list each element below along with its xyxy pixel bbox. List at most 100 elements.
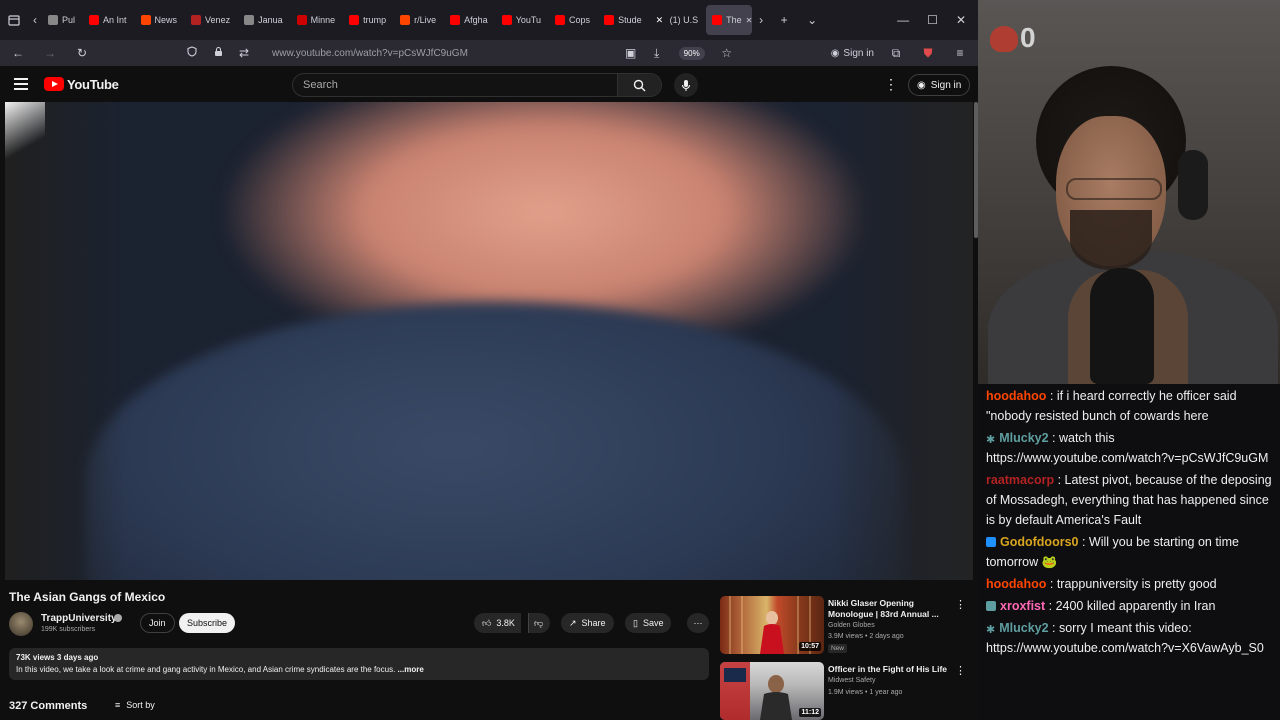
browser-tab[interactable]: ✕ (1) U.S [650, 5, 705, 35]
reader-view-icon[interactable]: ▣ [621, 46, 641, 60]
more-actions-button[interactable]: ⋯ [687, 613, 709, 633]
sub-badge-icon [986, 601, 996, 611]
chat-username[interactable]: hoodahoo [986, 389, 1046, 403]
channel-avatar[interactable] [9, 612, 33, 636]
chat-username[interactable]: raatmacorp [986, 473, 1054, 487]
browser-tab[interactable]: News [135, 5, 184, 35]
lock-icon[interactable] [208, 46, 228, 60]
search-button[interactable] [617, 74, 661, 96]
url-bar[interactable]: www.youtube.com/watch?v=pCsWJfC9uGM [272, 48, 609, 59]
recommended-video[interactable]: 10:57 Nikki Glaser Opening Monologue | 8… [720, 596, 972, 654]
voice-search-button[interactable] [674, 73, 698, 97]
window-controls: — ☐ ✕ [897, 13, 978, 27]
maximize-icon[interactable]: ☐ [927, 13, 938, 27]
microphone-icon [1090, 268, 1154, 384]
app-menu-icon[interactable]: ≡ [950, 46, 970, 60]
chat-username[interactable]: hoodahoo [986, 577, 1046, 591]
browser-tab[interactable]: YouTu [496, 5, 547, 35]
bookmark-star-icon[interactable]: ☆ [717, 46, 737, 60]
permissions-icon[interactable]: ⇄ [234, 46, 254, 60]
prime-badge-icon [986, 537, 996, 547]
browser-tab[interactable]: trump [343, 5, 392, 35]
browser-sign-in[interactable]: ◉ Sign in [831, 48, 874, 59]
channel-name[interactable]: TrappUniversity [41, 613, 117, 624]
recommended-video[interactable]: 11:12 Officer in the Fight of His Life M… [720, 662, 972, 720]
zoom-level[interactable]: 90% [678, 46, 705, 60]
tab-overview-icon[interactable] [0, 6, 28, 34]
browser-tab[interactable]: Minne [291, 5, 342, 35]
reddit-icon [400, 15, 411, 25]
share-button[interactable]: ↗ Share [561, 613, 614, 633]
new-tab-icon[interactable]: + [770, 6, 798, 34]
video-player[interactable] [5, 102, 973, 580]
browser-tab[interactable]: An Int [83, 5, 133, 35]
browser-tab[interactable]: r/Live [394, 5, 442, 35]
dislike-button[interactable]: 👎︎ [528, 613, 550, 633]
sort-by-button[interactable]: ≡ Sort by [115, 700, 155, 710]
hamburger-menu-icon[interactable] [14, 78, 28, 90]
chat-message: xroxfist : 2400 killed apparently in Ira… [986, 596, 1272, 616]
comments-count: 327 Comments [9, 700, 88, 712]
forward-icon[interactable]: → [40, 46, 60, 60]
browser-tab[interactable]: Janua [238, 5, 289, 35]
close-window-icon[interactable]: ✕ [956, 13, 966, 27]
extensions-icon[interactable]: ⧉ [886, 46, 906, 61]
browser-tab[interactable]: Stude [598, 5, 648, 35]
recommended-channel[interactable]: Golden Globes [828, 622, 875, 629]
subscriber-count: 199K subscribers [41, 626, 96, 633]
description-more-link[interactable]: ...more [395, 665, 424, 674]
tab-label: r/Live [414, 15, 437, 25]
youtube-sign-in-button[interactable]: ◉ Sign in [908, 74, 971, 96]
recommended-more-icon[interactable]: ⋮ [955, 598, 966, 611]
browser-tab[interactable]: Venez [185, 5, 236, 35]
cnn-icon [296, 15, 307, 25]
browser-sign-in-label: Sign in [843, 47, 874, 59]
recommended-title[interactable]: Officer in the Fight of His Life [828, 664, 953, 675]
thumbs-up-icon: 👍︎ [482, 617, 492, 628]
tab-label: YouTu [515, 15, 542, 25]
youtube-icon [89, 15, 100, 25]
subscribe-button[interactable]: Subscribe [179, 613, 236, 633]
tab-label: Cops [569, 15, 591, 25]
chat-separator: : [1046, 577, 1057, 591]
description-box[interactable]: 73K views 3 days ago In this video, we t… [9, 648, 709, 680]
shield-icon[interactable] [182, 46, 202, 60]
reload-icon[interactable]: ↻ [72, 46, 92, 60]
back-icon[interactable]: ← [8, 46, 28, 60]
recommended-title[interactable]: Nikki Glaser Opening Monologue | 83rd An… [828, 598, 953, 620]
join-button[interactable]: Join [140, 613, 175, 633]
save-button[interactable]: ▯ Save [625, 613, 672, 633]
settings-more-icon[interactable]: ⋮ [884, 76, 898, 93]
chat-text: trappuniversity is pretty good [1056, 577, 1217, 591]
description-text: In this video, we take a look at crime a… [16, 665, 702, 674]
chat-username[interactable]: Mlucky2 [999, 621, 1048, 635]
browser-tab[interactable]: Pul [42, 5, 81, 35]
tab-label: (1) U.S [669, 15, 699, 25]
youtube-logo[interactable]: YouTube [44, 77, 119, 92]
list-all-tabs-icon[interactable]: ⌄ [798, 6, 826, 34]
recommended-more-icon[interactable]: ⋮ [955, 664, 966, 677]
search-input[interactable] [293, 79, 617, 91]
chat-username[interactable]: Godofdoors0 [1000, 535, 1078, 549]
video-thumbnail[interactable]: 10:57 [720, 596, 824, 654]
chat-username[interactable]: Mlucky2 [999, 431, 1048, 445]
more-horizontal-icon: ⋯ [693, 617, 703, 628]
sort-icon: ≡ [115, 700, 121, 710]
browser-tab[interactable]: Afgha [444, 5, 494, 35]
browser-tab[interactable]: The ✕ [706, 5, 753, 35]
chat-message: raatmacorp : Latest pivot, because of th… [986, 470, 1272, 530]
stream-overlay-glyph: 0 [1020, 22, 1036, 53]
chat-username[interactable]: xroxfist [1000, 599, 1045, 613]
recommended-channel[interactable]: Midwest Safety [828, 677, 875, 684]
youtube-logo-text: YouTube [67, 76, 119, 92]
chat-message: hoodahoo : trappuniversity is pretty goo… [986, 574, 1272, 594]
scroll-tabs-left-icon[interactable]: ‹ [28, 6, 42, 34]
ublock-icon[interactable]: ⛊ [918, 46, 938, 61]
like-button[interactable]: 👍︎ 3.8K [474, 613, 521, 633]
scroll-tabs-right-icon[interactable]: › [752, 6, 770, 34]
recommended-views: 1.9M views • 1 year ago [828, 689, 903, 696]
browser-tab[interactable]: Cops [549, 5, 596, 35]
minimize-icon[interactable]: — [897, 13, 909, 27]
download-icon[interactable]: ⤓ [647, 46, 667, 61]
video-thumbnail[interactable]: 11:12 [720, 662, 824, 720]
